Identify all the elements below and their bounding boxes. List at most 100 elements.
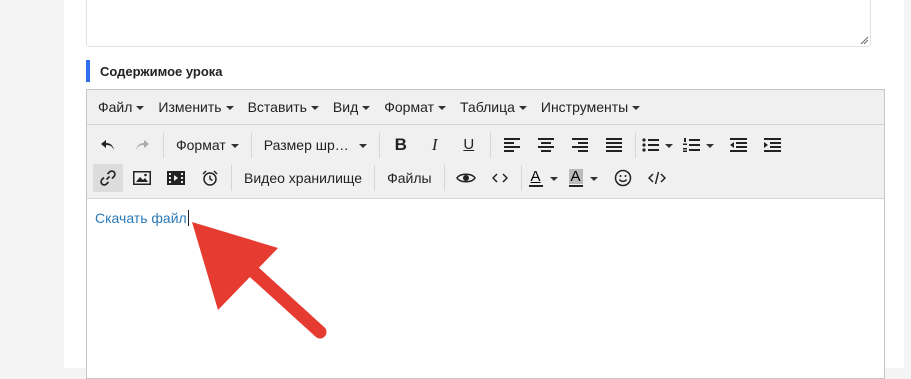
font-size-select-label: Размер шр… (263, 136, 349, 153)
numbered-list-button[interactable] (682, 137, 720, 152)
undo-button[interactable] (93, 131, 123, 159)
files-button[interactable]: Файлы (381, 164, 437, 192)
underline-button[interactable]: U (454, 131, 484, 159)
code-icon (491, 172, 508, 183)
align-center-button[interactable] (531, 131, 561, 159)
toolbar-separator (489, 131, 491, 158)
menu-insert-label: Вставить (247, 99, 307, 115)
alarm-clock-icon (202, 169, 218, 186)
toolbar-row-1: Формат Размер шр… B I U (91, 128, 884, 161)
section-title: Содержимое урока (100, 63, 223, 79)
bold-icon: B (394, 134, 407, 154)
alarm-button[interactable] (195, 164, 225, 192)
background-color-swatch (568, 184, 583, 187)
source-code-button[interactable] (642, 164, 672, 192)
toolbar-separator (443, 164, 445, 191)
align-left-button[interactable] (497, 131, 527, 159)
toolbar-separator (378, 131, 380, 158)
menu-insert[interactable]: Вставить (241, 90, 326, 124)
menu-edit[interactable]: Изменить (151, 90, 240, 124)
editor-menubar: Файл Изменить Вставить Вид Формат Таблиц… (87, 90, 884, 125)
insert-link-button[interactable] (93, 163, 123, 192)
text-color-button[interactable]: A (528, 169, 564, 187)
toolbar-separator (374, 164, 376, 191)
insert-image-button[interactable] (127, 164, 157, 192)
menu-table-label: Таблица (459, 99, 515, 115)
redo-icon (136, 139, 149, 150)
source-code-icon (647, 171, 666, 184)
background-color-icon: A (568, 167, 583, 185)
bullet-list-button[interactable] (642, 137, 679, 152)
menu-table[interactable]: Таблица (453, 90, 534, 124)
outdent-button[interactable] (724, 131, 754, 159)
align-right-button[interactable] (565, 131, 595, 159)
align-center-icon (537, 137, 554, 152)
link-icon (100, 169, 116, 186)
bold-button[interactable]: B (386, 131, 416, 159)
chevron-down-icon (437, 106, 446, 110)
menu-edit-label: Изменить (158, 99, 222, 115)
emoticons-button[interactable] (608, 164, 638, 192)
video-storage-label: Видео хранилище (244, 169, 363, 186)
text-color-icon: A (530, 167, 541, 185)
background-color-button[interactable]: A (568, 167, 604, 187)
indent-icon (764, 137, 782, 152)
chevron-down-icon[interactable] (549, 176, 558, 181)
outdent-icon (730, 137, 748, 152)
italic-icon: I (431, 134, 438, 154)
toolbar-row-2: Видео хранилище Файлы A A (91, 161, 884, 194)
format-select[interactable]: Формат (170, 131, 245, 159)
video-storage-button[interactable]: Видео хранилище (238, 164, 368, 192)
chevron-down-icon (136, 106, 145, 110)
chevron-down-icon[interactable] (589, 176, 598, 181)
bullet-list-icon (642, 137, 659, 152)
format-select-label: Формат (176, 136, 226, 153)
chevron-down-icon (632, 106, 641, 110)
align-justify-button[interactable] (599, 131, 629, 159)
menu-file[interactable]: Файл (91, 90, 151, 124)
smiley-icon (614, 169, 631, 186)
menu-view[interactable]: Вид (326, 90, 377, 124)
italic-button[interactable]: I (420, 131, 450, 159)
font-size-select[interactable]: Размер шр… (258, 131, 373, 159)
previous-textarea[interactable] (86, 0, 871, 47)
chevron-down-icon (230, 143, 239, 148)
insert-media-button[interactable] (161, 164, 191, 192)
chevron-down-icon (225, 106, 234, 110)
toolbar-separator (231, 164, 232, 191)
editor-toolbar: Формат Размер шр… B I U Видео хранилище … (87, 125, 884, 199)
chevron-down-icon[interactable] (705, 143, 714, 148)
chevron-down-icon[interactable] (664, 143, 673, 148)
align-justify-icon (605, 137, 622, 152)
numbered-list-icon (682, 137, 700, 152)
chevron-down-icon (362, 106, 371, 110)
video-icon (167, 170, 185, 185)
indent-button[interactable] (758, 131, 788, 159)
menu-view-label: Вид (332, 99, 359, 115)
toolbar-separator (634, 131, 636, 158)
section-heading: Содержимое урока (86, 60, 223, 82)
undo-icon (101, 139, 114, 150)
code-sample-button[interactable] (485, 164, 515, 192)
toolbar-separator (163, 131, 164, 158)
download-file-link[interactable]: Скачать файл (95, 210, 187, 226)
underline-icon: U (463, 136, 475, 153)
chevron-down-icon (358, 143, 367, 148)
eye-icon (455, 173, 476, 182)
redo-button[interactable] (127, 131, 157, 159)
align-left-icon (503, 137, 520, 152)
red-arrow-annotation (192, 222, 327, 339)
chevron-down-icon (518, 106, 527, 110)
menu-format[interactable]: Формат (377, 90, 453, 124)
resize-grip-icon[interactable] (860, 36, 869, 45)
align-right-icon (571, 137, 588, 152)
menu-tools[interactable]: Инструменты (534, 90, 647, 124)
toolbar-separator (250, 131, 252, 158)
toolbar-separator (520, 164, 522, 191)
menu-tools-label: Инструменты (540, 99, 629, 115)
image-icon (133, 170, 151, 185)
menu-file-label: Файл (98, 99, 133, 115)
chevron-down-icon (310, 106, 319, 110)
section-accent-bar (86, 60, 90, 82)
preview-button[interactable] (451, 164, 481, 192)
